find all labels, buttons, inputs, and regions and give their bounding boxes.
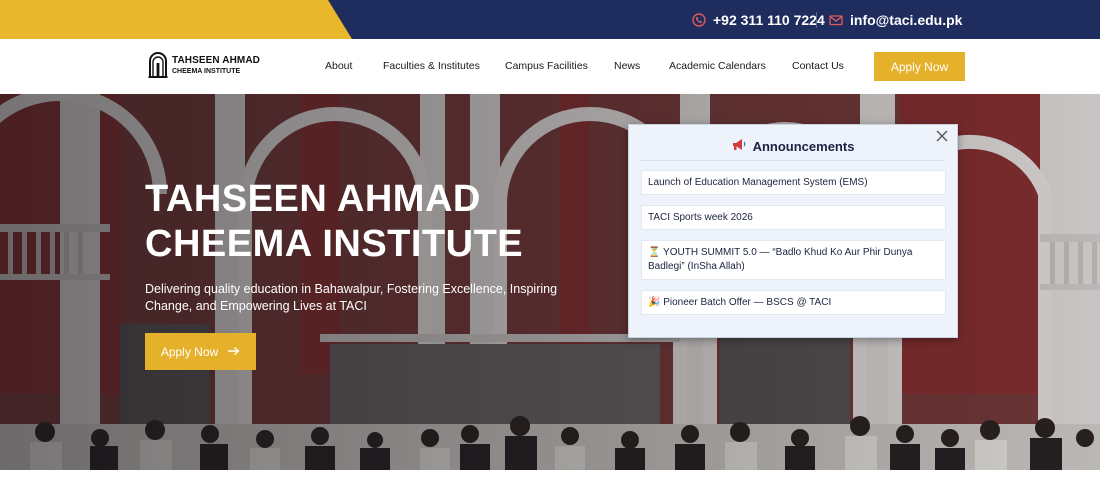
nav-item-about[interactable]: About — [325, 60, 352, 72]
hero-title-line-1: TAHSEEN AHMAD — [145, 178, 481, 220]
email-address: info@taci.edu.pk — [850, 11, 963, 28]
megaphone-icon — [732, 138, 747, 154]
nav-item-campus-facilities[interactable]: Campus Facilities — [505, 60, 588, 72]
hero-title-line-2: CHEEMA INSTITUTE — [145, 223, 524, 265]
phone-number: +92 311 110 7224 — [713, 11, 825, 28]
nav-item-academic-calendars[interactable]: Academic Calendars — [669, 60, 766, 72]
envelope-icon — [829, 13, 843, 27]
phone-icon — [692, 12, 706, 27]
announcements-title: Announcements — [752, 138, 855, 154]
announcements-header: Announcements — [629, 138, 957, 154]
apply-now-button[interactable]: Apply Now — [874, 52, 965, 81]
announcement-item[interactable]: 🎉 Pioneer Batch Offer — BSCS @ TACI — [641, 290, 946, 315]
top-bar-yellow-accent — [0, 0, 352, 39]
arch-logo-icon — [148, 50, 168, 80]
email-link[interactable]: info@taci.edu.pk — [829, 0, 962, 39]
nav-item-contact-us[interactable]: Contact Us — [792, 60, 844, 72]
brand-text: TAHSEEN AHMAD CHEEMA INSTITUTE — [172, 54, 260, 75]
nav-item-news[interactable]: News — [614, 60, 640, 72]
brand-logo[interactable]: TAHSEEN AHMAD CHEEMA INSTITUTE — [148, 50, 260, 80]
hero-apply-now-button[interactable]: Apply Now — [145, 333, 256, 370]
brand-line-2: CHEEMA INSTITUTE — [172, 67, 241, 75]
nav-item-faculties[interactable]: Faculties & Institutes — [383, 60, 480, 72]
announcement-item[interactable]: Launch of Education Management System (E… — [641, 170, 946, 195]
main-navbar: TAHSEEN AHMAD CHEEMA INSTITUTE About Fac… — [0, 39, 1100, 94]
divider — [816, 12, 817, 28]
divider — [641, 160, 945, 161]
brand-line-1: TAHSEEN AHMAD — [172, 54, 260, 66]
hero-title: TAHSEEN AHMAD CHEEMA INSTITUTE — [145, 177, 523, 267]
page-bottom — [0, 470, 1100, 482]
top-contact-bar: +92 311 110 7224 info@taci.edu.pk — [0, 0, 1100, 39]
announcement-item[interactable]: ⏳ YOUTH SUMMIT 5.0 — “Badlo Khud Ko Aur … — [641, 240, 946, 280]
phone-link[interactable]: +92 311 110 7224 — [692, 0, 825, 39]
hero-subtitle: Delivering quality education in Bahawalp… — [145, 282, 558, 313]
arrow-right-icon — [228, 345, 240, 359]
announcement-item[interactable]: TACI Sports week 2026 — [641, 205, 946, 230]
hero-apply-label: Apply Now — [160, 344, 219, 359]
announcements-panel: Announcements Launch of Education Manage… — [628, 124, 958, 338]
